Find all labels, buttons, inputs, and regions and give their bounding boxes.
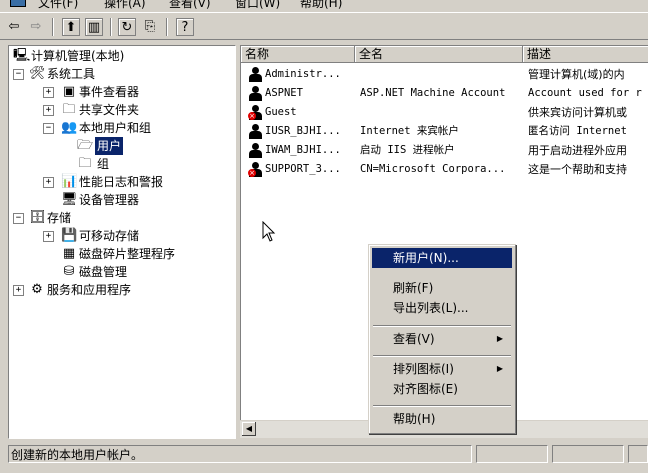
forward-icon[interactable]: ⇨ xyxy=(26,16,46,36)
tree-item-disk-management[interactable]: ⛁ 磁盘管理 xyxy=(11,263,231,281)
console-tree[interactable]: 🖳 计算机管理(本地) − 🛠 系统工具 + ▣ 事件查看器 + 🗀 共享文件夹… xyxy=(8,45,236,439)
submenu-arrow-icon: ▶ xyxy=(496,334,503,343)
collapse-toggle[interactable]: − xyxy=(43,123,54,134)
toolbar-separator xyxy=(110,18,112,36)
column-header-name[interactable]: 名称 xyxy=(241,46,355,63)
device-manager-icon: 🖥 xyxy=(61,192,78,207)
back-icon[interactable]: ⇦ xyxy=(4,16,24,36)
menu-item-export-list[interactable]: 导出列表(L)... xyxy=(372,298,512,318)
table-row[interactable]: IWAM_BJHI... 启动 IIS 进程帐户 用于启动进程外应用 xyxy=(241,141,648,160)
menu-bar: 文件(F) 操作(A) 查看(V) 窗口(W) 帮助(H) xyxy=(0,0,648,9)
shared-folder-icon: 🗀 xyxy=(62,102,76,117)
performance-icon: 📊 xyxy=(61,174,78,189)
tree-item-perf-logs[interactable]: + 📊 性能日志和警报 xyxy=(11,173,231,191)
toolbar-separator xyxy=(166,18,168,36)
show-hide-tree-icon[interactable]: ▥ xyxy=(85,18,103,36)
user-icon xyxy=(248,67,264,82)
disk-management-icon: ⛁ xyxy=(63,264,75,279)
status-panel xyxy=(628,445,648,463)
folder-open-icon: 🗁 xyxy=(77,138,94,153)
removable-storage-icon: 💾 xyxy=(61,228,78,243)
menu-separator xyxy=(373,405,511,407)
table-row[interactable]: IUSR_BJHI... Internet 来宾帐户 匿名访问 Internet xyxy=(241,122,648,141)
refresh-icon[interactable]: ↻ xyxy=(118,18,136,36)
column-header-description[interactable]: 描述 xyxy=(523,46,648,63)
toolbar-separator xyxy=(52,18,54,36)
export-list-icon[interactable]: ⎘ xyxy=(140,16,160,36)
up-folder-icon[interactable]: ⬆ xyxy=(62,18,80,36)
expand-toggle[interactable]: + xyxy=(43,231,54,242)
tree-item-storage[interactable]: − 🗄 存储 xyxy=(11,209,231,227)
expand-toggle[interactable]: + xyxy=(43,177,54,188)
tree-item-system-tools[interactable]: − 🛠 系统工具 xyxy=(11,65,231,83)
table-row[interactable]: Administr... 管理计算机(域)的内 xyxy=(241,65,648,84)
expand-toggle[interactable]: + xyxy=(43,87,54,98)
tree-item-services-apps[interactable]: + ⚙ 服务和应用程序 xyxy=(11,281,231,299)
toolbar: ⇦ ⇨ ⬆ ▥ ↻ ⎘ ? xyxy=(0,12,648,40)
table-row[interactable]: × Guest 供来宾访问计算机或 xyxy=(241,103,648,122)
console-icon[interactable] xyxy=(10,0,26,7)
defrag-icon: ▦ xyxy=(62,246,76,261)
expand-toggle[interactable]: + xyxy=(13,285,24,296)
storage-icon: 🗄 xyxy=(29,210,46,225)
collapse-toggle[interactable]: − xyxy=(13,69,24,80)
tree-item-users[interactable]: 🗁 用户 xyxy=(11,137,231,155)
tree-item-event-viewer[interactable]: + ▣ 事件查看器 xyxy=(11,83,231,101)
menu-item-arrange-icons[interactable]: 排列图标(I) ▶ xyxy=(372,359,512,379)
context-menu: 新用户(N)... 刷新(F) 导出列表(L)... 查看(V) ▶ 排列图标(… xyxy=(368,244,516,434)
mouse-cursor-icon xyxy=(262,221,276,242)
expand-toggle[interactable]: + xyxy=(43,105,54,116)
tree-item-computer-management[interactable]: 🖳 计算机管理(本地) xyxy=(11,47,231,65)
user-icon xyxy=(248,143,264,158)
users-groups-icon: 👥 xyxy=(61,120,78,135)
menu-action[interactable]: 操作(A) xyxy=(104,0,146,9)
table-row[interactable]: × SUPPORT_3... CN=Microsoft Corpora... 这… xyxy=(241,160,648,179)
tree-item-device-manager[interactable]: 🖥 设备管理器 xyxy=(11,191,231,209)
status-panel xyxy=(476,445,548,463)
menu-item-view[interactable]: 查看(V) ▶ xyxy=(372,329,512,349)
scroll-left-icon[interactable]: ◀ xyxy=(242,422,256,436)
disabled-user-icon: × xyxy=(248,162,264,177)
help-icon[interactable]: ? xyxy=(176,18,194,36)
menu-separator xyxy=(373,325,511,327)
menu-view[interactable]: 查看(V) xyxy=(169,0,211,9)
user-icon xyxy=(248,124,264,139)
tree-item-removable-storage[interactable]: + 💾 可移动存储 xyxy=(11,227,231,245)
tree-item-defrag[interactable]: ▦ 磁盘碎片整理程序 xyxy=(11,245,231,263)
computer-icon: 🖳 xyxy=(13,48,31,63)
collapse-toggle[interactable]: − xyxy=(13,213,24,224)
menu-separator xyxy=(373,355,511,357)
status-text: 创建新的本地用户帐户。 xyxy=(8,445,472,463)
menu-item-help[interactable]: 帮助(H) xyxy=(372,409,512,429)
table-row[interactable]: ASPNET ASP.NET Machine Account Account u… xyxy=(241,84,648,103)
disabled-user-icon: × xyxy=(248,105,264,120)
menu-item-refresh[interactable]: 刷新(F) xyxy=(372,278,512,298)
menu-file[interactable]: 文件(F) xyxy=(38,0,78,9)
services-icon: ⚙ xyxy=(31,282,43,297)
status-panel xyxy=(552,445,624,463)
user-icon xyxy=(248,86,264,101)
column-header-fullname[interactable]: 全名 xyxy=(355,46,523,63)
tools-icon: 🛠 xyxy=(29,66,46,81)
menu-help[interactable]: 帮助(H) xyxy=(300,0,342,9)
menu-item-new-user[interactable]: 新用户(N)... xyxy=(372,248,512,268)
event-viewer-icon: ▣ xyxy=(62,84,76,99)
menu-item-line-up-icons[interactable]: 对齐图标(E) xyxy=(372,379,512,399)
status-bar: 创建新的本地用户帐户。 xyxy=(0,441,648,473)
tree-item-local-users-groups[interactable]: − 👥 本地用户和组 xyxy=(11,119,231,137)
tree-item-shared-folders[interactable]: + 🗀 共享文件夹 xyxy=(11,101,231,119)
folder-icon: 🗀 xyxy=(78,156,92,171)
menu-window[interactable]: 窗口(W) xyxy=(235,0,280,9)
tree-item-groups[interactable]: 🗀 组 xyxy=(11,155,231,173)
submenu-arrow-icon: ▶ xyxy=(496,364,503,373)
